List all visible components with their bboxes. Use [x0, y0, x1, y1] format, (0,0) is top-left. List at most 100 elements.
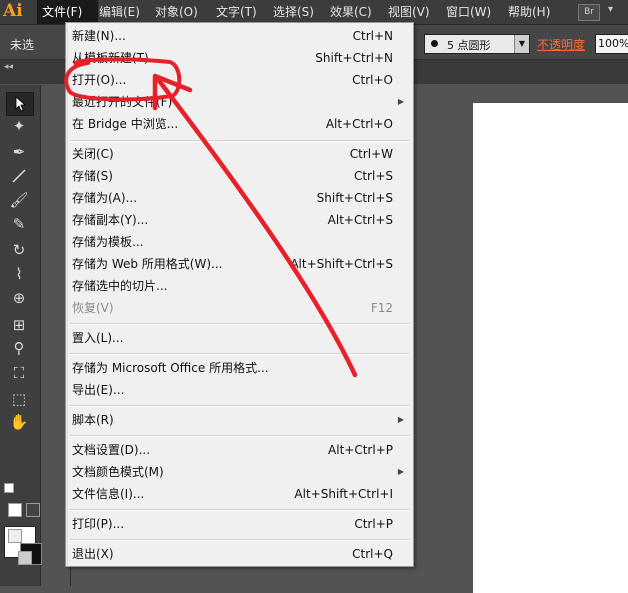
menu-separator [70, 405, 409, 407]
menu-item-save-as-template[interactable]: 存储为模板... [68, 231, 411, 253]
menu-item-shortcut: Ctrl+O [352, 73, 393, 87]
menu-item-save[interactable]: 存储(S) Ctrl+S [68, 165, 411, 187]
opacity-link[interactable]: 不透明度 [537, 36, 585, 53]
menu-object[interactable]: 对象(O) [155, 0, 198, 24]
submenu-arrow-icon: ▶ [397, 467, 404, 476]
menu-item-document-color-mode[interactable]: 文档颜色模式(M) ▶ [68, 461, 411, 483]
menu-item-save-for-office[interactable]: 存储为 Microsoft Office 所用格式... [68, 357, 411, 379]
brush-definition-select[interactable]: 5 点圆形 ▼ [424, 34, 530, 54]
menu-item-label: 文件信息(I)... [72, 487, 145, 501]
menu-item-shortcut: Shift+Ctrl+S [316, 191, 393, 205]
chevron-down-icon[interactable]: ▼ [514, 35, 529, 53]
menu-item-open-recent[interactable]: 最近打开的文件(F) ▶ [68, 91, 411, 113]
selection-tool-icon[interactable] [6, 92, 34, 116]
menu-item-exit[interactable]: 退出(X) Ctrl+Q [68, 543, 411, 565]
menu-item-close[interactable]: 关闭(C) Ctrl+W [68, 143, 411, 165]
menu-separator [70, 509, 409, 511]
artboard[interactable] [473, 103, 628, 593]
menu-item-open[interactable]: 打开(O)... Ctrl+O [68, 69, 411, 91]
menu-item-scripts[interactable]: 脚本(R) ▶ [68, 409, 411, 431]
opacity-input[interactable]: 100% [595, 34, 628, 54]
magic-wand-icon[interactable]: ✦ [6, 115, 32, 137]
menu-item-shortcut: Ctrl+P [354, 517, 393, 531]
menu-item-label: 存储选中的切片... [72, 279, 168, 293]
collapse-panel-icon[interactable]: ◂◂ [4, 62, 13, 72]
menu-item-label: 导出(E)... [72, 383, 125, 397]
tools-panel: ✦ ✒ 🖌 ✎ ↻ ⌇ ⊕ ⊞ ⚲ ⛶ ⬚ ✋ [0, 85, 42, 586]
menu-item-shortcut: Alt+Ctrl+P [328, 443, 393, 457]
menu-item-label: 打印(P)... [72, 517, 125, 531]
artboard-tool-icon[interactable]: ⬚ [6, 388, 32, 410]
menu-item-shortcut: Alt+Ctrl+S [327, 213, 393, 227]
menu-item-label: 存储为(A)... [72, 191, 138, 205]
chevron-down-icon[interactable]: ▾ [608, 4, 613, 15]
menu-item-shortcut: F12 [370, 301, 393, 315]
menu-item-label: 从模板新建(T)... [72, 51, 161, 65]
blob-brush-icon[interactable]: ✎ [6, 213, 32, 235]
eyedropper-tool-icon[interactable]: ⚲ [6, 337, 32, 359]
submenu-arrow-icon: ▶ [397, 415, 404, 424]
menu-item-document-setup[interactable]: 文档设置(D)... Alt+Ctrl+P [68, 439, 411, 461]
menu-item-save-copy[interactable]: 存储副本(Y)... Alt+Ctrl+S [68, 209, 411, 231]
draw-normal-button[interactable] [8, 529, 22, 543]
menu-item-label: 新建(N)... [72, 29, 126, 43]
menu-item-place[interactable]: 置入(L)... [68, 327, 411, 349]
menu-item-shortcut: Alt+Ctrl+O [325, 117, 393, 131]
screen-mode-button[interactable] [18, 551, 32, 565]
menu-item-label: 最近打开的文件(F) [72, 95, 173, 109]
rotate-tool-icon[interactable]: ↻ [6, 239, 32, 261]
menu-item-label: 存储为模板... [72, 235, 144, 249]
hand-tool-icon[interactable]: ✋ [6, 411, 32, 433]
menu-item-new[interactable]: 新建(N)... Ctrl+N [68, 25, 411, 47]
menu-item-label: 恢复(V) [72, 301, 114, 315]
menu-item-save-as[interactable]: 存储为(A)... Shift+Ctrl+S [68, 187, 411, 209]
menu-item-label: 存储为 Web 所用格式(W)... [72, 257, 223, 271]
menu-separator [70, 353, 409, 355]
line-tool-icon[interactable] [6, 165, 32, 187]
menu-item-label: 存储为 Microsoft Office 所用格式... [72, 361, 269, 375]
menu-item-label: 文档设置(D)... [72, 443, 151, 457]
menu-item-new-from-template[interactable]: 从模板新建(T)... Shift+Ctrl+N [68, 47, 411, 69]
menu-effect[interactable]: 效果(C) [330, 0, 372, 24]
pen-tool-icon[interactable]: ✒ [6, 141, 32, 163]
menu-separator [70, 140, 409, 142]
menu-item-shortcut: Alt+Shift+Ctrl+I [294, 487, 393, 501]
menu-window[interactable]: 窗口(W) [446, 0, 491, 24]
menu-help[interactable]: 帮助(H) [508, 0, 550, 24]
menu-item-browse-in-bridge[interactable]: 在 Bridge 中浏览... Alt+Ctrl+O [68, 113, 411, 135]
menu-file[interactable]: 文件(F) [37, 0, 98, 24]
menu-item-label: 在 Bridge 中浏览... [72, 117, 179, 131]
menu-view[interactable]: 视图(V) [388, 0, 430, 24]
submenu-arrow-icon: ▶ [397, 97, 404, 106]
menu-item-shortcut: Shift+Ctrl+N [315, 51, 393, 65]
menu-item-shortcut: Alt+Shift+Ctrl+S [290, 257, 393, 271]
menu-item-export[interactable]: 导出(E)... [68, 379, 411, 401]
menu-item-save-selected-slices[interactable]: 存储选中的切片... [68, 275, 411, 297]
menu-item-print[interactable]: 打印(P)... Ctrl+P [68, 513, 411, 535]
menu-type[interactable]: 文字(T) [216, 0, 257, 24]
bridge-button[interactable]: Br [578, 4, 600, 21]
color-mode-button[interactable] [8, 503, 22, 517]
menu-item-label: 打开(O)... [72, 73, 127, 87]
menu-item-file-info[interactable]: 文件信息(I)... Alt+Shift+Ctrl+I [68, 483, 411, 505]
menu-item-save-for-web[interactable]: 存储为 Web 所用格式(W)... Alt+Shift+Ctrl+S [68, 253, 411, 275]
file-menu-dropdown: 新建(N)... Ctrl+N 从模板新建(T)... Shift+Ctrl+N… [65, 22, 414, 567]
menu-edit[interactable]: 编辑(E) [99, 0, 140, 24]
app-logo: Ai [3, 1, 23, 21]
none-mode-button[interactable] [26, 503, 40, 517]
menu-item-revert: 恢复(V) F12 [68, 297, 411, 319]
paintbrush-tool-icon[interactable]: 🖌 [6, 189, 32, 211]
symbol-sprayer-icon[interactable]: ⛶ [6, 362, 32, 384]
menu-separator [70, 539, 409, 541]
menu-item-label: 关闭(C) [72, 147, 114, 161]
default-colors-icon[interactable] [4, 483, 14, 493]
menu-item-shortcut: Ctrl+W [349, 147, 393, 161]
selection-status-label: 未选 [10, 38, 35, 52]
menu-item-label: 文档颜色模式(M) [72, 465, 164, 479]
warp-tool-icon[interactable]: ⌇ [6, 263, 32, 285]
menu-select[interactable]: 选择(S) [273, 0, 314, 24]
mesh-tool-icon[interactable]: ⊞ [6, 314, 32, 336]
shape-builder-icon[interactable]: ⊕ [6, 287, 32, 309]
menu-item-label: 存储副本(Y)... [72, 213, 149, 227]
menu-item-label: 置入(L)... [72, 331, 124, 345]
